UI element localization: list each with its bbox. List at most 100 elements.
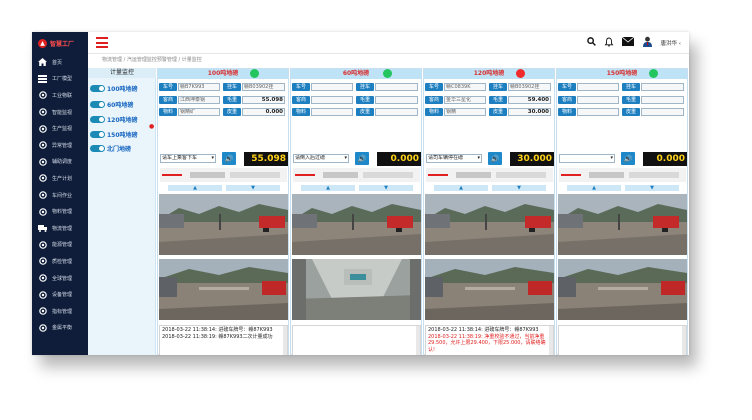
sidebar-item[interactable]: 物料管理	[32, 203, 88, 220]
weight-display: 0.000	[377, 152, 421, 166]
weight-display: 0.000	[643, 152, 687, 166]
log-line: 2018-03-22 11:38:14: 进磅车牌号：赣87K993	[428, 327, 539, 333]
material-field[interactable]	[577, 108, 619, 116]
sidebar-item-label: 物流管理	[52, 225, 73, 232]
plate-field[interactable]: 赣C0839K	[444, 83, 486, 91]
gate-segment	[629, 172, 679, 178]
card-title: 60吨地磅	[342, 70, 370, 77]
sidebar-item[interactable]: 工业物联	[32, 87, 88, 104]
sidebar-item[interactable]: 生产计划	[32, 170, 88, 187]
scale-toggle-item[interactable]: 北门地磅	[90, 144, 131, 153]
customer-field[interactable]: 金华三星化	[444, 96, 486, 104]
sidebar-item[interactable]: 首页	[32, 54, 88, 71]
scale-toggle-item[interactable]: 60吨地磅	[90, 100, 133, 109]
gate-marker	[561, 174, 581, 176]
scale-card: 150吨地磅 车号 挂车 客商 毛重 物料 皮重 ▾ 🔊 0.000 ▲ ▼	[556, 68, 688, 355]
voice-message-select[interactable]: 请车上乘客下车 ▾	[160, 154, 216, 163]
home-icon	[38, 58, 47, 67]
sidebar-item[interactable]: 质检管理	[32, 253, 88, 270]
gate-marker	[295, 174, 315, 176]
trailer-field[interactable]: 赣B03902挂	[242, 83, 285, 91]
field-row: 车号 赣C0839K 挂车 赣B03902挂	[425, 83, 551, 91]
mail-icon[interactable]	[621, 36, 634, 49]
log-scrollbar[interactable]	[283, 326, 287, 355]
field-label: 毛重	[489, 96, 507, 104]
sidebar-item[interactable]: 车间作业	[32, 187, 88, 204]
sidebar-item[interactable]: 设备管理	[32, 286, 88, 303]
event-log: 2018-03-22 11:38:14: 进磅车牌号：赣87K993 2018-0…	[159, 325, 288, 355]
prev-camera-button[interactable]: ▲	[434, 185, 488, 191]
voice-message-select[interactable]: 请倒入后过磅 ▾	[293, 154, 349, 163]
toggle-switch[interactable]	[90, 116, 105, 123]
log-scrollbar[interactable]	[682, 326, 686, 355]
toggle-switch[interactable]	[90, 85, 105, 92]
gross-field[interactable]	[641, 96, 684, 104]
sidebar-item[interactable]: 物流管理	[32, 220, 88, 237]
material-field[interactable]: 钢精矿	[178, 108, 220, 116]
sidebar-item[interactable]: 全球管理	[32, 270, 88, 287]
bell-icon[interactable]	[604, 37, 614, 50]
customer-field[interactable]	[311, 96, 353, 104]
gate-status-bar	[426, 168, 553, 182]
trailer-field[interactable]	[641, 83, 684, 91]
log-scrollbar[interactable]	[549, 326, 553, 355]
plate-field[interactable]	[311, 83, 353, 91]
next-camera-button[interactable]: ▼	[625, 185, 679, 191]
sidebar-item-label: 金属平衡	[52, 325, 73, 332]
menu-toggle-icon[interactable]	[96, 37, 108, 48]
voice-message-select[interactable]: 请司车辆停在磅 ▾	[426, 154, 482, 163]
scale-toggle-item[interactable]: 100吨地磅	[90, 84, 138, 93]
tare-field[interactable]	[375, 108, 418, 116]
prev-camera-button[interactable]: ▲	[168, 185, 222, 191]
sidebar-item-label: 首页	[52, 59, 63, 66]
avatar[interactable]	[642, 36, 653, 50]
tare-field[interactable]: 0.000	[242, 108, 285, 116]
sidebar-item[interactable]: 辅助调度	[32, 154, 88, 171]
prev-camera-button[interactable]: ▲	[567, 185, 621, 191]
toggle-switch[interactable]	[90, 101, 105, 108]
trailer-field[interactable]: 赣B03902挂	[508, 83, 551, 91]
speaker-button[interactable]: 🔊	[488, 152, 502, 165]
sidebar-item[interactable]: 生产监视	[32, 120, 88, 137]
card-title: 100吨地磅	[207, 70, 239, 77]
material-field[interactable]: 钢精	[444, 108, 486, 116]
customer-field[interactable]	[577, 96, 619, 104]
scale-toggle-item[interactable]: 120吨地磅	[90, 115, 138, 124]
scale-toggle-item[interactable]: 150吨地磅	[90, 130, 138, 139]
scale-name: 60吨地磅	[107, 102, 134, 109]
plate-field[interactable]: 赣B7K993	[178, 83, 220, 91]
gross-field[interactable]: 59.400	[508, 96, 551, 104]
speaker-icon: 🔊	[224, 154, 234, 163]
sidebar-item[interactable]: 指标管理	[32, 303, 88, 320]
next-camera-button[interactable]: ▼	[359, 185, 413, 191]
sidebar-item[interactable]: 智能监视	[32, 104, 88, 121]
speaker-button[interactable]: 🔊	[355, 152, 369, 165]
event-log	[292, 325, 421, 355]
user-name[interactable]: 唐洪华 ‹	[661, 39, 681, 47]
sidebar-item[interactable]: 能源管理	[32, 237, 88, 254]
speaker-icon: 🔊	[357, 154, 367, 163]
customer-field[interactable]: 江西坤泰钢	[178, 96, 220, 104]
weight-display: 55.098	[244, 152, 288, 166]
trailer-field[interactable]	[375, 83, 418, 91]
log-scrollbar[interactable]	[416, 326, 420, 355]
gross-field[interactable]	[375, 96, 418, 104]
gross-field[interactable]: 55.098	[242, 96, 285, 104]
toggle-switch[interactable]	[90, 145, 105, 152]
speaker-button[interactable]: 🔊	[222, 152, 236, 165]
speaker-button[interactable]: 🔊	[621, 152, 635, 165]
search-icon[interactable]	[586, 37, 596, 49]
sidebar-item[interactable]: 异常管理	[32, 137, 88, 154]
list-icon	[38, 74, 47, 83]
prev-camera-button[interactable]: ▲	[301, 185, 355, 191]
sidebar-item[interactable]: 工厂模型	[32, 71, 88, 88]
material-field[interactable]	[311, 108, 353, 116]
next-camera-button[interactable]: ▼	[226, 185, 280, 191]
next-camera-button[interactable]: ▼	[492, 185, 546, 191]
plate-field[interactable]	[577, 83, 619, 91]
tare-field[interactable]: 30.000	[508, 108, 551, 116]
tare-field[interactable]	[641, 108, 684, 116]
sidebar-item[interactable]: 金属平衡	[32, 320, 88, 337]
toggle-switch[interactable]	[90, 131, 105, 138]
voice-message-select[interactable]: ▾	[559, 154, 615, 163]
